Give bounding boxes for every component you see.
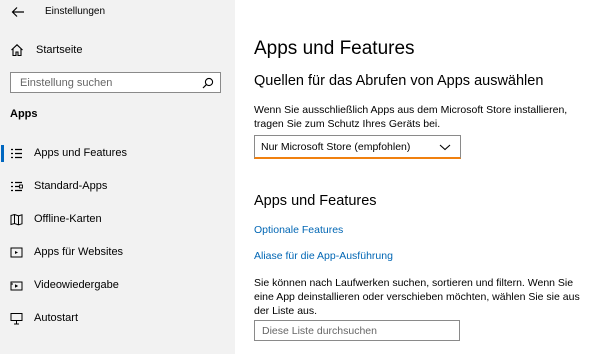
sidebar-item-label: Apps für Websites — [34, 246, 124, 258]
sidebar-item-label: Standard-Apps — [34, 180, 108, 192]
dropdown-value: Nur Microsoft Store (empfohlen) — [261, 141, 411, 153]
sidebar-section-label: Apps — [10, 108, 38, 120]
optional-features-link[interactable]: Optionale Features — [254, 224, 343, 236]
search-placeholder: Einstellung suchen — [20, 77, 113, 89]
sidebar-item-label: Videowiedergabe — [34, 279, 119, 291]
title-bar: Einstellungen — [0, 0, 235, 24]
settings-search-input[interactable]: Einstellung suchen — [10, 72, 221, 93]
sidebar-item-startup[interactable]: Autostart — [0, 306, 235, 332]
source-description: Wenn Sie ausschließlich Apps aus dem Mic… — [254, 104, 568, 130]
video-icon — [10, 281, 23, 291]
back-arrow-icon[interactable] — [11, 5, 25, 19]
main-content: Apps und Features Quellen für das Abrufe… — [235, 0, 605, 354]
features-heading: Apps und Features — [254, 193, 377, 209]
sidebar-item-label: Apps und Features — [34, 147, 127, 159]
sidebar-item-apps-features[interactable]: Apps und Features — [0, 141, 235, 167]
search-placeholder: Diese Liste durchsuchen — [262, 325, 377, 337]
sidebar-item-label: Offline-Karten — [34, 213, 102, 225]
list-icon — [11, 148, 22, 159]
app-source-dropdown[interactable]: Nur Microsoft Store (empfohlen) — [254, 135, 461, 159]
search-icon[interactable] — [202, 77, 214, 89]
sidebar-item-label: Autostart — [34, 312, 79, 324]
web-apps-icon — [10, 247, 23, 258]
features-description: Sie können nach Laufwerken suchen, sorti… — [254, 277, 580, 317]
sidebar: Einstellungen Startseite Einstellung suc… — [0, 0, 235, 354]
sidebar-item-video-playback[interactable]: Videowiedergabe — [0, 273, 235, 299]
sidebar-item-home[interactable]: Startseite — [10, 40, 220, 60]
chevron-down-icon — [439, 144, 451, 151]
sidebar-item-default-apps[interactable]: Standard-Apps — [0, 174, 235, 200]
source-heading: Quellen für das Abrufen von Apps auswähl… — [254, 73, 544, 89]
list-search-input[interactable]: Diese Liste durchsuchen — [254, 320, 460, 341]
sidebar-item-apps-for-websites[interactable]: Apps für Websites — [0, 240, 235, 266]
default-apps-icon — [11, 181, 23, 192]
sidebar-item-label: Startseite — [36, 44, 83, 56]
startup-icon — [10, 313, 23, 325]
sidebar-item-offline-maps[interactable]: Offline-Karten — [0, 207, 235, 233]
map-icon — [10, 213, 23, 226]
selection-indicator — [1, 145, 4, 162]
window-title: Einstellungen — [45, 6, 106, 17]
page-title: Apps und Features — [254, 38, 415, 59]
app-alias-link[interactable]: Aliase für die App-Ausführung — [254, 250, 393, 262]
home-icon — [11, 44, 23, 57]
